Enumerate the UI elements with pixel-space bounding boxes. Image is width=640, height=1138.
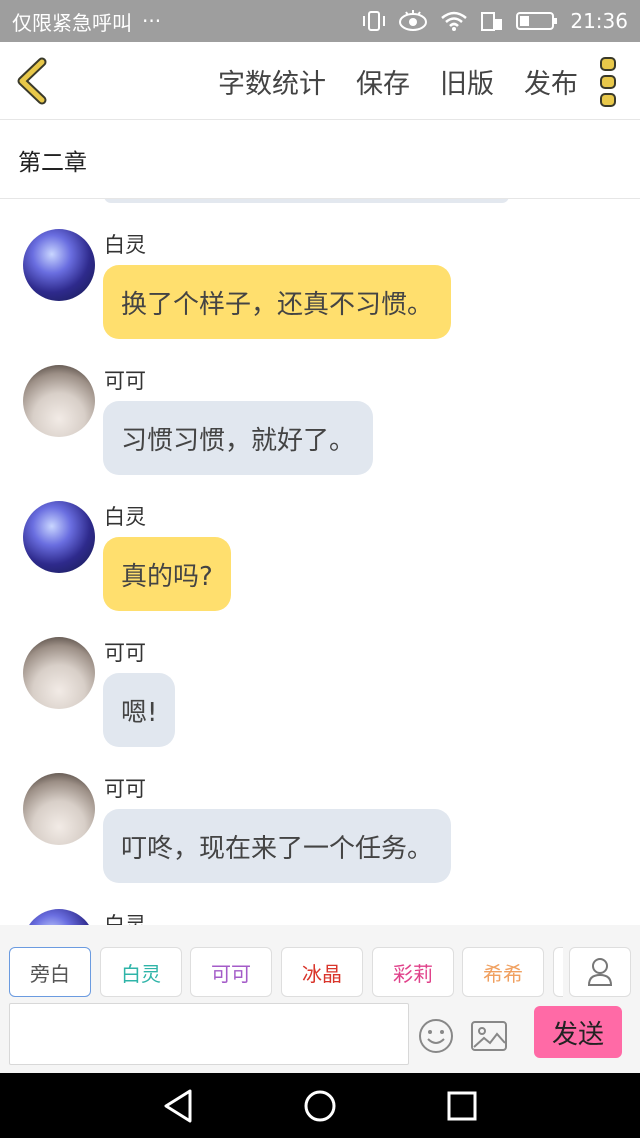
sender-name: 可可 xyxy=(104,369,146,393)
save-button[interactable]: 保存 xyxy=(356,62,410,101)
vibrate-icon xyxy=(363,11,386,31)
battery-icon xyxy=(516,12,558,30)
send-button[interactable]: 发送 xyxy=(534,1006,622,1058)
bailing-avatar[interactable] xyxy=(23,909,95,925)
status-time: 21:36 xyxy=(570,9,628,33)
compose-panel: 旁白 白灵 可可 冰晶 彩莉 希希 发送 xyxy=(0,925,640,1073)
chapter-title[interactable]: 第二章 xyxy=(0,121,640,199)
message-input[interactable] xyxy=(9,1003,409,1065)
system-nav-bar xyxy=(0,1073,640,1138)
message-bubble[interactable]: 叮咚，现在来了一个任务。 xyxy=(103,809,452,883)
sender-name: 白灵 xyxy=(104,913,146,925)
keke-avatar[interactable] xyxy=(23,637,95,709)
sender-name: 白灵 xyxy=(104,505,146,529)
role-xixi-button[interactable]: 希希 xyxy=(462,947,544,997)
role-label: 白灵 xyxy=(121,961,161,986)
old-version-button[interactable]: 旧版 xyxy=(440,62,494,101)
role-label: 彩莉 xyxy=(393,961,433,986)
keke-avatar[interactable] xyxy=(23,365,95,437)
carrier-text: 仅限紧急呼叫 xyxy=(12,10,132,35)
sender-name: 可可 xyxy=(104,777,146,801)
editor-header: 字数统计 保存 旧版 发布 xyxy=(0,42,640,120)
role-label: 希希 xyxy=(483,961,523,986)
role-next-edge[interactable] xyxy=(553,947,563,997)
word-count-button[interactable]: 字数统计 xyxy=(218,62,326,101)
message-bubble[interactable]: 真的吗? xyxy=(103,537,231,611)
nav-back-icon[interactable] xyxy=(158,1087,198,1125)
sender-name: 可可 xyxy=(104,641,146,665)
keke-avatar[interactable] xyxy=(23,773,95,845)
message-bubble[interactable]: 换了个样子，还真不习惯。 xyxy=(103,265,452,339)
role-bailing-button[interactable]: 白灵 xyxy=(100,947,182,997)
nav-home-icon[interactable] xyxy=(300,1087,340,1125)
chat-area: 白灵 换了个样子，还真不习惯。 可可 习惯习惯，就好了。 白灵 真的吗? 可可 … xyxy=(0,199,640,925)
nav-recents-icon[interactable] xyxy=(442,1087,482,1125)
character-manage-button[interactable] xyxy=(569,947,631,997)
back-arrow-icon[interactable] xyxy=(12,56,56,106)
role-label: 可可 xyxy=(211,961,251,986)
message-bubble[interactable]: 习惯习惯，就好了。 xyxy=(103,401,374,475)
image-icon[interactable] xyxy=(470,1019,508,1053)
publish-button[interactable]: 发布 xyxy=(524,62,578,101)
bailing-avatar[interactable] xyxy=(23,229,95,301)
emoji-icon[interactable] xyxy=(418,1018,454,1054)
role-narrator-button[interactable]: 旁白 xyxy=(9,947,91,997)
previous-bubble-edge xyxy=(104,199,509,203)
status-bar: 仅限紧急呼叫 ··· 21:36 xyxy=(0,0,640,42)
notification-more: ··· xyxy=(142,9,162,33)
user-icon xyxy=(587,958,613,986)
sender-name: 白灵 xyxy=(104,233,146,257)
role-selector: 旁白 白灵 可可 冰晶 彩莉 希希 xyxy=(0,947,640,999)
message-bubble[interactable]: 嗯! xyxy=(103,673,176,747)
role-caili-button[interactable]: 彩莉 xyxy=(372,947,454,997)
more-menu-icon[interactable] xyxy=(596,56,620,108)
sim-icon xyxy=(481,12,503,31)
role-keke-button[interactable]: 可可 xyxy=(190,947,272,997)
role-bingjing-button[interactable]: 冰晶 xyxy=(281,947,363,997)
role-label: 旁白 xyxy=(30,961,70,986)
role-label: 冰晶 xyxy=(302,961,342,986)
bailing-avatar[interactable] xyxy=(23,501,95,573)
wifi-icon xyxy=(441,11,468,31)
eye-comfort-icon xyxy=(399,10,428,31)
